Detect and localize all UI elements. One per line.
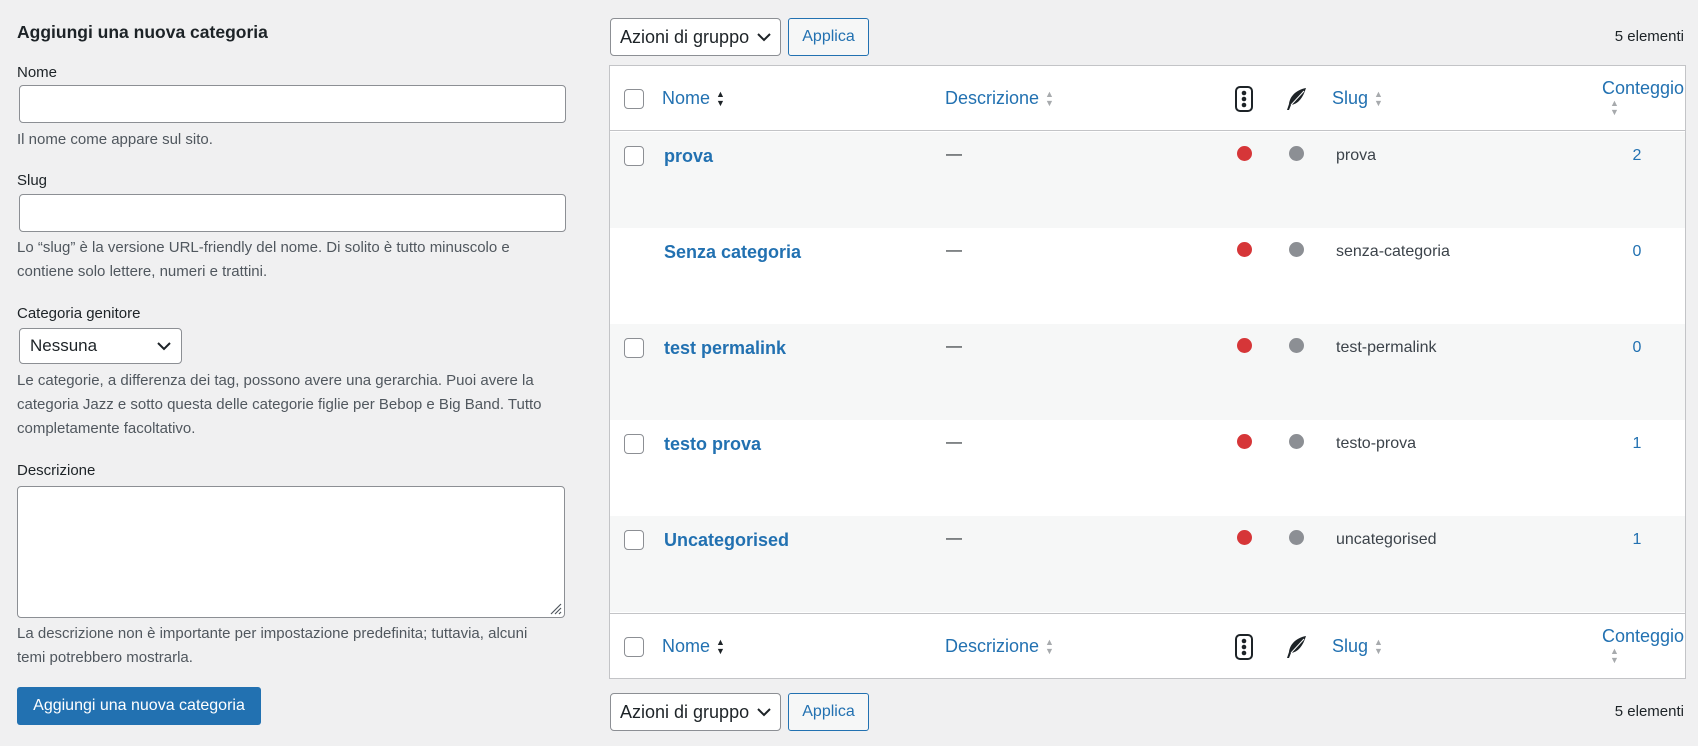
column-count-label: Conteggio bbox=[1602, 78, 1685, 98]
category-slug: senza-categoria bbox=[1336, 243, 1450, 260]
sort-icon: ▲ ▼ bbox=[1610, 646, 1619, 665]
category-count-link[interactable]: 0 bbox=[1627, 339, 1647, 357]
column-slug-footer[interactable]: Slug ▲ ▼ bbox=[1332, 636, 1383, 657]
status-grey-dot bbox=[1289, 338, 1304, 353]
bulk-actions-select-top[interactable]: Azioni di gruppo bbox=[610, 18, 781, 56]
items-count-top: 5 elementi bbox=[1614, 28, 1684, 45]
table-row: testo prova — testo-prova 1 bbox=[610, 420, 1685, 516]
column-name-footer[interactable]: Nome ▲ ▼ bbox=[662, 636, 725, 657]
column-slug-label: Slug bbox=[1332, 88, 1369, 108]
column-slug-label: Slug bbox=[1332, 636, 1369, 656]
row-checkbox[interactable] bbox=[624, 530, 644, 550]
categories-table: Nome ▲ ▼ Descrizione ▲ ▼ Slug ▲ ▼ Conteggio… bbox=[609, 65, 1686, 679]
status-grey-dot bbox=[1289, 530, 1304, 545]
category-description: — bbox=[946, 242, 962, 259]
select-all-checkbox[interactable] bbox=[624, 89, 644, 109]
items-count-bottom: 5 elementi bbox=[1614, 703, 1684, 720]
column-name-header[interactable]: Nome ▲ ▼ bbox=[662, 88, 725, 109]
column-count-label: Conteggio bbox=[1602, 626, 1685, 646]
row-checkbox[interactable] bbox=[624, 146, 644, 166]
parent-select[interactable]: Nessuna bbox=[19, 328, 182, 364]
category-description: — bbox=[946, 146, 962, 163]
resize-grip-icon[interactable] bbox=[548, 601, 562, 615]
select-all-checkbox-footer[interactable] bbox=[624, 637, 644, 657]
column-count-header[interactable]: Conteggio ▲ ▼ bbox=[1602, 78, 1684, 117]
status-red-dot bbox=[1237, 338, 1252, 353]
status-grey-dot bbox=[1289, 434, 1304, 449]
slug-label: Slug bbox=[17, 172, 48, 189]
description-textarea[interactable] bbox=[17, 486, 565, 618]
column-count-footer[interactable]: Conteggio ▲ ▼ bbox=[1602, 626, 1684, 665]
apply-button-bottom[interactable]: Applica bbox=[788, 693, 869, 731]
slug-input[interactable] bbox=[19, 194, 566, 232]
feather-icon bbox=[1287, 636, 1306, 658]
category-slug: uncategorised bbox=[1336, 531, 1437, 548]
category-name-link[interactable]: testo prova bbox=[664, 434, 761, 455]
category-slug: test-permalink bbox=[1336, 339, 1437, 356]
column-name-label: Nome bbox=[662, 636, 711, 656]
bulk-actions-label: Azioni di gruppo bbox=[620, 26, 750, 47]
parent-select-value: Nessuna bbox=[30, 336, 98, 355]
row-checkbox[interactable] bbox=[624, 338, 644, 358]
sort-icon: ▲ ▼ bbox=[1610, 98, 1619, 117]
status-red-dot bbox=[1237, 242, 1252, 257]
chevron-down-icon bbox=[757, 708, 771, 717]
bulk-actions-label: Azioni di gruppo bbox=[620, 701, 750, 722]
category-name-link[interactable]: Uncategorised bbox=[664, 530, 789, 551]
parent-label: Categoria genitore bbox=[17, 305, 141, 322]
table-row: Senza categoria — senza-categoria 0 bbox=[610, 228, 1685, 324]
sort-icon: ▲ ▼ bbox=[1045, 88, 1054, 108]
category-name-link[interactable]: Senza categoria bbox=[664, 242, 801, 263]
status-red-dot bbox=[1237, 146, 1252, 161]
category-name-link[interactable]: test permalink bbox=[664, 338, 786, 359]
sort-icon: ▲ ▼ bbox=[716, 636, 725, 656]
column-description-label: Descrizione bbox=[945, 636, 1040, 656]
bulk-actions-select-bottom[interactable]: Azioni di gruppo bbox=[610, 693, 781, 731]
column-name-label: Nome bbox=[662, 88, 711, 108]
table-row: Uncategorised — uncategorised 1 bbox=[610, 516, 1685, 612]
column-description-label: Descrizione bbox=[945, 88, 1040, 108]
table-footer: Nome ▲ ▼ Descrizione ▲ ▼ Slug ▲ ▼ Conteggio… bbox=[610, 613, 1685, 678]
category-description: — bbox=[946, 434, 962, 451]
row-checkbox[interactable] bbox=[624, 434, 644, 454]
sort-icon: ▲ ▼ bbox=[716, 88, 725, 108]
parent-help: Le categorie, a differenza dei tag, poss… bbox=[17, 372, 542, 437]
traffic-light-icon bbox=[1235, 634, 1253, 660]
traffic-light-icon bbox=[1235, 86, 1253, 112]
table-row: test permalink — test-permalink 0 bbox=[610, 324, 1685, 420]
column-description-footer[interactable]: Descrizione ▲ ▼ bbox=[945, 636, 1054, 657]
chevron-down-icon bbox=[157, 342, 171, 351]
chevron-down-icon bbox=[757, 33, 771, 42]
description-help: La descrizione non è importante per impo… bbox=[17, 625, 528, 666]
category-slug: prova bbox=[1336, 147, 1377, 164]
status-grey-dot bbox=[1289, 242, 1304, 257]
name-label: Nome bbox=[17, 64, 58, 81]
sort-icon: ▲ ▼ bbox=[1374, 636, 1383, 656]
status-red-dot bbox=[1237, 530, 1252, 545]
feather-icon bbox=[1287, 88, 1306, 110]
category-description: — bbox=[946, 530, 962, 547]
category-count-link[interactable]: 1 bbox=[1627, 435, 1647, 453]
sort-icon: ▲ ▼ bbox=[1374, 88, 1383, 108]
form-title: Aggiungi una nuova categoria bbox=[17, 22, 268, 42]
description-label: Descrizione bbox=[17, 462, 96, 479]
column-slug-header[interactable]: Slug ▲ ▼ bbox=[1332, 88, 1383, 109]
table-header: Nome ▲ ▼ Descrizione ▲ ▼ Slug ▲ ▼ Conteggio… bbox=[610, 66, 1685, 131]
status-grey-dot bbox=[1289, 146, 1304, 161]
apply-button-top[interactable]: Applica bbox=[788, 18, 869, 56]
category-count-link[interactable]: 1 bbox=[1627, 531, 1647, 549]
category-count-link[interactable]: 2 bbox=[1627, 147, 1647, 165]
name-input[interactable] bbox=[19, 85, 566, 123]
add-category-button[interactable]: Aggiungi una nuova categoria bbox=[17, 687, 261, 725]
status-red-dot bbox=[1237, 434, 1252, 449]
category-description: — bbox=[946, 338, 962, 355]
table-row: prova — prova 2 bbox=[610, 132, 1685, 228]
name-help: Il nome come appare sul sito. bbox=[17, 131, 213, 148]
sort-icon: ▲ ▼ bbox=[1045, 636, 1054, 656]
category-name-link[interactable]: prova bbox=[664, 146, 713, 167]
category-slug: testo-prova bbox=[1336, 435, 1417, 452]
category-count-link[interactable]: 0 bbox=[1627, 243, 1647, 261]
slug-help: Lo “slug” è la versione URL-friendly del… bbox=[17, 239, 510, 280]
column-description-header[interactable]: Descrizione ▲ ▼ bbox=[945, 88, 1054, 109]
